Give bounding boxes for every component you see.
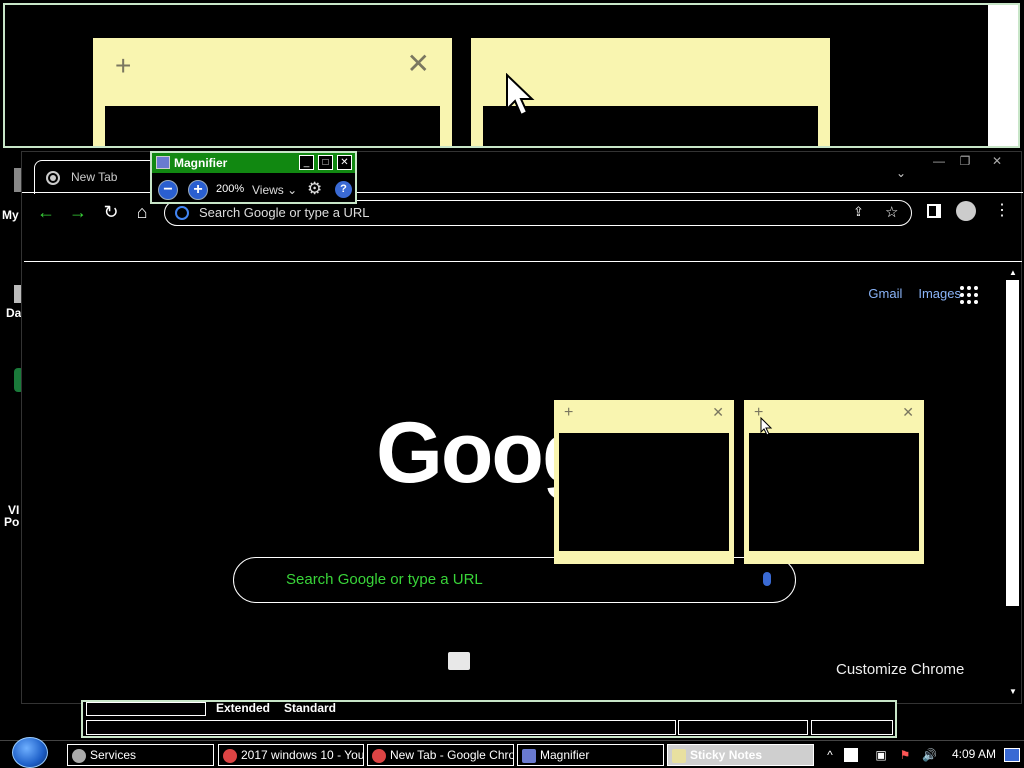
magnifier-app-icon (156, 156, 170, 169)
mouse-cursor-icon (760, 417, 773, 436)
scroll-up-arrow-icon[interactable]: ▲ (1009, 268, 1017, 277)
clock[interactable]: 4:09 AM (952, 747, 996, 761)
forward-arrow-icon[interactable]: → (66, 202, 90, 222)
magnifier-scrollbar[interactable] (988, 5, 1018, 146)
home-icon[interactable]: ⌂ (130, 202, 154, 222)
chrome-maximize-button[interactable]: ❐ (952, 152, 978, 170)
start-button[interactable] (12, 737, 48, 768)
tab-title: New Tab (71, 170, 118, 184)
chrome-icon (372, 749, 386, 763)
desktop-icon-label: Po (4, 515, 20, 529)
taskbar-item-label: 2017 windows 10 - You... (241, 748, 364, 762)
taskbar-item-label: Sticky Notes (690, 748, 763, 762)
reload-icon[interactable]: ↻ (99, 202, 123, 222)
tab-new-tab[interactable]: New Tab (34, 160, 164, 194)
close-note-icon[interactable]: ✕ (712, 404, 724, 421)
show-hidden-icons-chevron-icon[interactable]: ^ (823, 748, 837, 762)
desktop-icon-label: Da (6, 306, 22, 320)
top-links: Gmail Images (852, 286, 961, 301)
magnifier-minimize-button[interactable]: _ (299, 155, 314, 170)
address-bar-placeholder: Search Google or type a URL (199, 205, 370, 220)
google-apps-icon[interactable] (960, 286, 978, 304)
status-cell (678, 720, 808, 735)
chrome-tab-icon (46, 171, 60, 185)
magnifier-close-button[interactable]: ✕ (337, 155, 352, 170)
note-text-area[interactable] (748, 432, 920, 552)
taskbar-item-services[interactable]: Services (67, 744, 214, 766)
chrome-close-button[interactable]: ✕ (984, 152, 1010, 170)
zoom-in-button[interactable]: + (188, 180, 208, 200)
scroll-down-arrow-icon[interactable]: ▼ (1009, 687, 1017, 696)
magnifier-app-icon (522, 749, 536, 763)
background-tab-area (86, 702, 206, 716)
chrome-minimize-button[interactable]: — (926, 152, 952, 170)
content-top-border (24, 261, 1022, 262)
status-cell (86, 720, 676, 735)
shortcut-tile-icon[interactable] (448, 652, 470, 670)
taskbar-item-chrome-youtube[interactable]: 2017 windows 10 - You... (218, 744, 364, 766)
customize-chrome-button[interactable]: Customize Chrome (836, 661, 964, 678)
tab-search-chevron-icon[interactable]: ⌄ (896, 166, 906, 180)
taskbar-item-chrome-new-tab[interactable]: New Tab - Google Chro... (367, 744, 514, 766)
help-icon[interactable]: ? (335, 181, 352, 198)
sticky-note[interactable]: + ✕ (554, 400, 734, 564)
action-center-icon[interactable] (844, 748, 858, 762)
note-text-area[interactable] (558, 432, 730, 552)
gmail-link[interactable]: Gmail (868, 286, 902, 301)
taskbar-item-label: Services (90, 748, 137, 762)
taskbar-item-magnifier[interactable]: Magnifier (517, 744, 664, 766)
magnifier-maximize-button[interactable]: □ (318, 155, 333, 170)
chrome-icon (223, 749, 237, 763)
taskbar-item-label: Magnifier (540, 748, 590, 762)
magnifier-title: Magnifier (174, 156, 228, 170)
bookmark-star-icon[interactable]: ☆ (885, 203, 898, 221)
magnified-note-body (103, 104, 442, 146)
side-panel-icon[interactable] (927, 204, 941, 218)
share-icon[interactable]: ⇪ (853, 204, 864, 220)
profile-avatar-icon[interactable] (956, 201, 976, 221)
status-cell (811, 720, 893, 735)
views-dropdown[interactable]: Views ⌄ (252, 183, 297, 197)
magnified-sticky-note: + ✕ (93, 38, 452, 146)
show-desktop-icon[interactable] (1004, 748, 1020, 762)
taskbar-item-label: New Tab - Google Chro... (390, 748, 514, 762)
taskbar-item-sticky-notes[interactable]: Sticky Notes (667, 744, 814, 766)
network-icon[interactable]: ▣ (874, 748, 888, 762)
zoom-level: 200% (216, 183, 245, 195)
magnifier-view: + ✕ (3, 3, 1020, 148)
magnifier-window: Magnifier _ □ ✕ − + 200% Views ⌄ ⚙ ? (150, 151, 357, 204)
images-link[interactable]: Images (918, 286, 961, 301)
page-scrollbar[interactable] (1006, 280, 1019, 606)
gear-icon[interactable]: ⚙ (307, 179, 322, 199)
google-g-icon (175, 206, 189, 220)
add-note-icon[interactable]: + (564, 404, 573, 422)
views-label: Views (252, 183, 284, 197)
magnified-note-close-icon: ✕ (406, 48, 430, 79)
close-note-icon[interactable]: ✕ (902, 404, 914, 421)
zoom-out-button[interactable]: − (158, 180, 178, 200)
microphone-icon[interactable] (763, 572, 771, 586)
search-placeholder: Search Google or type a URL (286, 571, 483, 588)
back-arrow-icon[interactable]: ← (34, 202, 58, 222)
chrome-menu-icon[interactable]: ⋮ (994, 202, 1010, 220)
volume-icon[interactable]: 🔊 (922, 748, 937, 762)
gear-icon (72, 749, 86, 763)
sticky-notes-icon (672, 749, 686, 763)
magnified-note-plus-icon: + (115, 50, 132, 81)
tab-standard[interactable]: Standard (284, 701, 336, 715)
magnified-cursor-icon (506, 73, 535, 117)
desktop-icon-label: My (2, 208, 19, 222)
flag-alert-icon[interactable]: ⚑ (898, 748, 912, 762)
tab-extended[interactable]: Extended (216, 701, 270, 715)
